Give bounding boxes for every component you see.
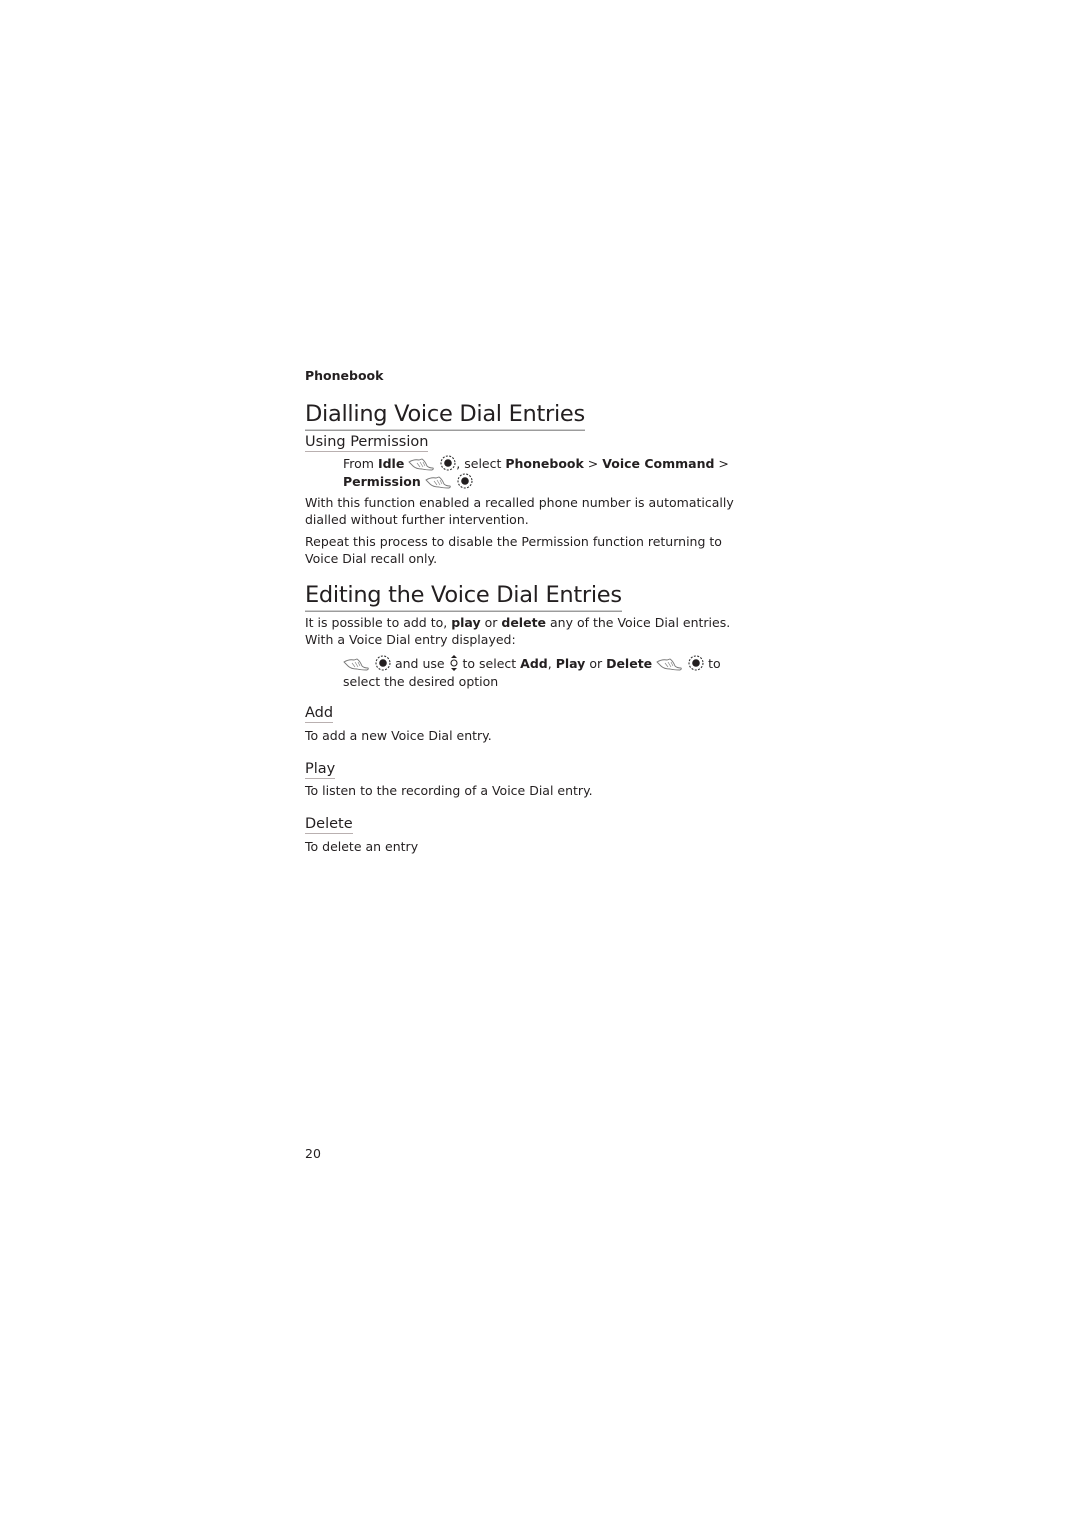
menu-key-icon (656, 657, 684, 671)
ok-button-icon (440, 455, 456, 471)
heading-dialling-voice-dial-entries: Dialling Voice Dial Entries (305, 400, 585, 431)
ok-button-icon (688, 655, 704, 671)
paragraph-editing-intro: It is possible to add to, play or delete… (305, 615, 731, 647)
paragraph-permission-disable: Repeat this process to disable the Permi… (305, 534, 722, 566)
menu-key-icon (425, 475, 453, 489)
subheading-play: Play (305, 761, 336, 779)
ok-button-icon (375, 655, 391, 671)
description-delete: To delete an entry (305, 839, 419, 854)
subheading-add: Add (305, 705, 334, 723)
instruction-permission: From Idle , select Phonebook > Voice Com… (343, 455, 729, 489)
ok-button-icon (457, 473, 473, 489)
menu-key-icon (408, 457, 436, 471)
page-number: 20 (305, 1146, 321, 1161)
subheading-delete: Delete (305, 816, 353, 834)
subheading-using-permission: Using Permission (305, 434, 429, 452)
menu-key-icon (343, 657, 371, 671)
heading-editing-voice-dial-entries: Editing the Voice Dial Entries (305, 581, 622, 612)
instruction-select-option: and use to select Add, Play or Delete to… (343, 655, 721, 689)
paragraph-permission-enabled: With this function enabled a recalled ph… (305, 495, 734, 527)
nav-up-down-icon (449, 655, 459, 671)
section-header: Phonebook (305, 368, 384, 383)
description-play: To listen to the recording of a Voice Di… (305, 783, 593, 798)
description-add: To add a new Voice Dial entry. (305, 728, 492, 743)
